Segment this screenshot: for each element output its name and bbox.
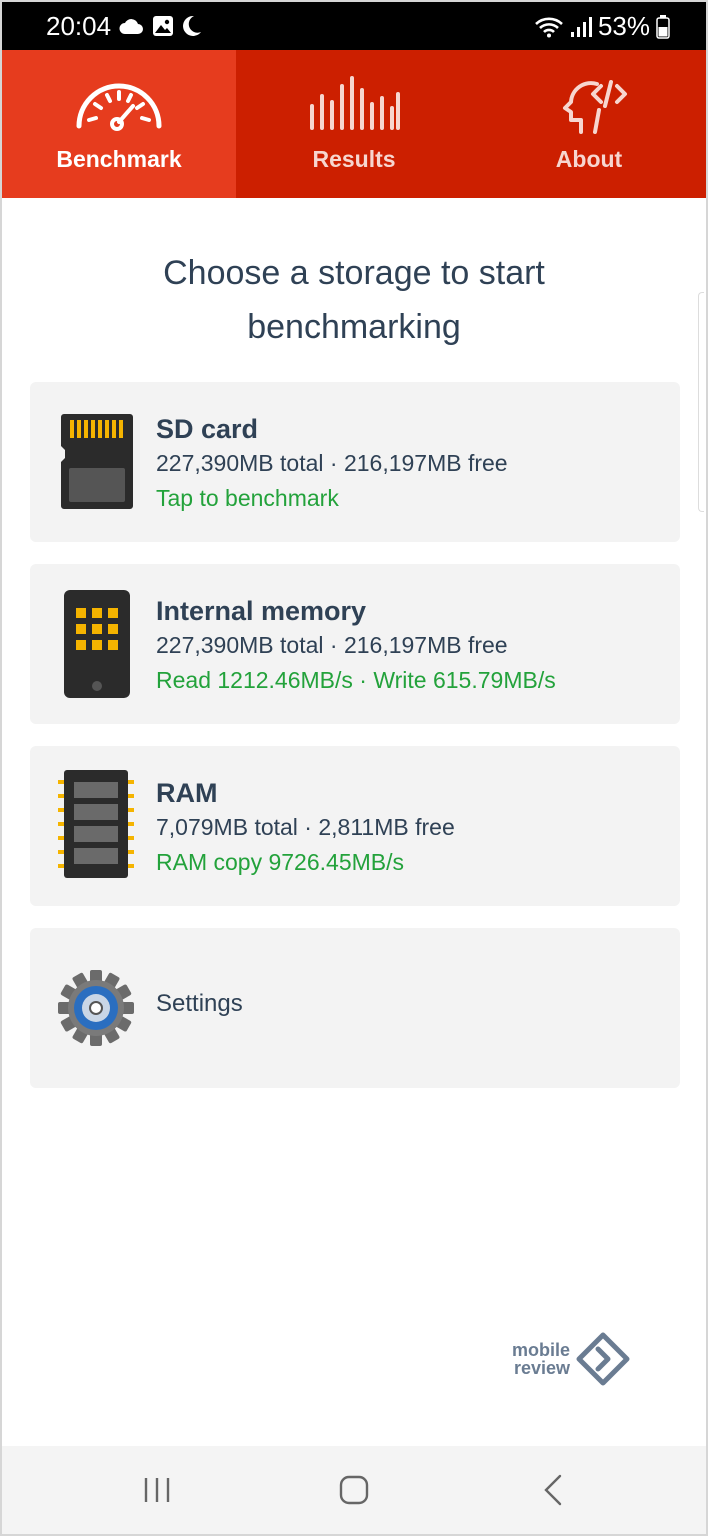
card-title: Internal memory xyxy=(156,596,367,626)
storage-card-ram[interactable]: RAM 7,079MB total · 2,811MB free RAM cop… xyxy=(30,746,680,906)
status-bar: 20:04 53% xyxy=(2,2,706,50)
app-screen: 20:04 53% Benchmark Results About Choose… xyxy=(0,0,708,1536)
settings-label: Settings xyxy=(156,990,243,1017)
image-icon xyxy=(153,16,173,36)
card-title: RAM xyxy=(156,778,218,808)
page-heading: Choose a storage to start benchmarking xyxy=(163,254,545,346)
tab-label-results: Results xyxy=(312,146,396,172)
home-icon[interactable] xyxy=(338,1474,370,1506)
recent-apps-icon[interactable] xyxy=(142,1474,172,1506)
card-status: RAM copy 9726.45MB/s xyxy=(156,849,405,875)
signal-icon xyxy=(570,16,592,37)
watermark-line1: mobile xyxy=(512,1340,571,1360)
tab-benchmark[interactable]: Benchmark xyxy=(2,50,236,198)
tab-bar: Benchmark Results About xyxy=(2,50,706,198)
watermark-line2: review xyxy=(513,1358,571,1378)
wifi-icon xyxy=(535,17,563,37)
scroll-indicator xyxy=(698,292,704,512)
card-status: Tap to benchmark xyxy=(156,485,339,511)
status-time: 20:04 xyxy=(46,11,112,41)
battery-icon xyxy=(656,14,670,39)
battery-percent: 53% xyxy=(597,11,650,41)
settings-card[interactable]: Settings xyxy=(30,928,680,1088)
card-capacity: 227,390MB total · 216,197MB free xyxy=(156,632,508,658)
moon-icon xyxy=(183,15,201,36)
storage-card-sd[interactable]: SD card 227,390MB total · 216,197MB free… xyxy=(30,382,680,542)
card-capacity: 227,390MB total · 216,197MB free xyxy=(156,450,508,476)
back-icon[interactable] xyxy=(542,1474,564,1506)
tab-label-benchmark: Benchmark xyxy=(56,146,182,172)
ram-chip-icon xyxy=(58,770,134,878)
phone-icon xyxy=(64,590,130,698)
head-code-icon xyxy=(563,80,627,134)
speedometer-icon xyxy=(76,83,162,131)
storage-card-internal[interactable]: Internal memory 227,390MB total · 216,19… xyxy=(30,564,680,724)
card-title: SD card xyxy=(156,414,259,444)
card-capacity: 7,079MB total · 2,811MB free xyxy=(156,814,455,840)
diamond-logo-icon xyxy=(576,1332,630,1386)
gear-icon xyxy=(58,970,134,1046)
tab-about[interactable]: About xyxy=(472,50,706,198)
tab-label-about: About xyxy=(555,146,623,172)
card-status: Read 1212.46MB/s · Write 615.79MB/s xyxy=(156,667,556,693)
bars-icon xyxy=(310,76,400,130)
sd-card-icon xyxy=(61,414,133,509)
system-nav-bar xyxy=(2,1446,706,1534)
watermark-logo: mobile review xyxy=(512,1332,630,1386)
cloud-icon xyxy=(119,19,143,34)
tab-results[interactable]: Results xyxy=(236,50,472,198)
